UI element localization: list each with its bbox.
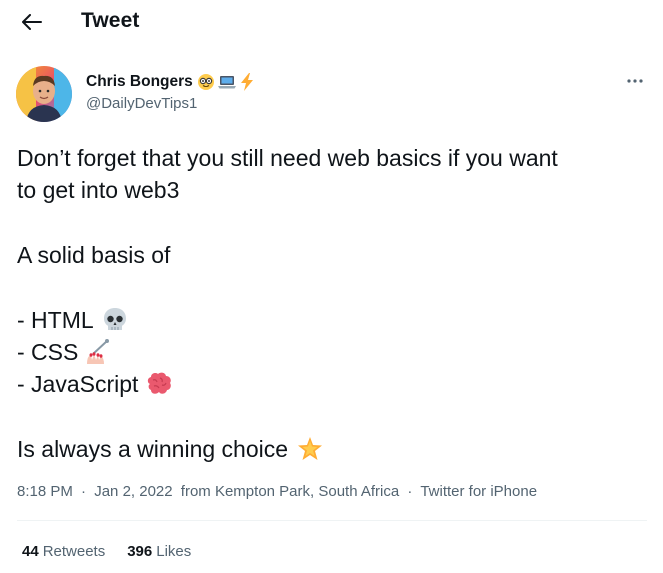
tweet-line: Don’t forget that you still need web bas… [17,145,558,171]
lightning-emoji-icon [240,73,253,91]
tweet-header: Tweet [0,0,663,46]
arrow-left-icon [22,14,42,30]
nail-polish-emoji-icon [87,339,110,364]
laptop-emoji-icon [217,76,236,89]
tweet-list-item: - CSS [17,336,657,368]
page-title: Tweet [81,9,140,32]
author-name-row: Chris Bongers [86,71,255,93]
retweets-count: 44 [22,543,39,560]
author-name[interactable]: Chris Bongers [86,73,193,91]
nerd-face-emoji-icon [197,74,214,90]
likes-stat[interactable]: 396 Likes [127,543,191,560]
more-options-button[interactable] [624,70,646,92]
tweet-text: Don’t forget that you still need web bas… [17,142,657,465]
tweet-time[interactable]: 8:18 PM [17,483,73,500]
retweets-stat[interactable]: 44 Retweets [22,543,105,560]
tweet-date[interactable]: Jan 2, 2022 [94,483,172,500]
back-button[interactable] [18,10,46,34]
glowing-star-emoji-icon [298,437,323,460]
skull-emoji-icon [103,308,126,330]
more-icon [627,79,643,83]
tweet-meta: 8:18 PM · Jan 2, 2022 from Kempton Park,… [17,483,537,500]
retweets-label: Retweets [42,543,106,560]
likes-label: Likes [156,543,192,560]
tweet-list-item-text: - JavaScript [17,371,139,397]
tweet-stats: 44 Retweets 396 Likes [22,543,191,560]
tweet-line: to get into web3 [17,177,180,203]
meta-separator: · [407,483,413,500]
avatar[interactable] [16,66,72,122]
tweet-list-item: - HTML [17,304,657,336]
avatar-image [16,66,72,122]
tweet-line: A solid basis of [17,242,171,268]
likes-count: 396 [127,543,153,560]
tweet-location: from Kempton Park, South Africa [180,483,400,500]
tweet-source[interactable]: Twitter for iPhone [420,483,537,500]
tweet-list-item-text: - HTML [17,307,94,333]
tweet-line-text: Is always a winning choice [17,436,289,462]
tweet-line: Is always a winning choice [17,433,657,465]
meta-separator: · [81,483,87,500]
name-emoji-badges [197,73,255,91]
tweet-list-item-text: - CSS [17,339,79,365]
author-handle[interactable]: @DailyDevTips1 [86,95,197,112]
divider [17,520,647,521]
tweet-author: Chris Bongers @DailyDevTips1 [16,66,646,126]
tweet-list-item: - JavaScript [17,368,657,400]
brain-emoji-icon [148,372,172,394]
